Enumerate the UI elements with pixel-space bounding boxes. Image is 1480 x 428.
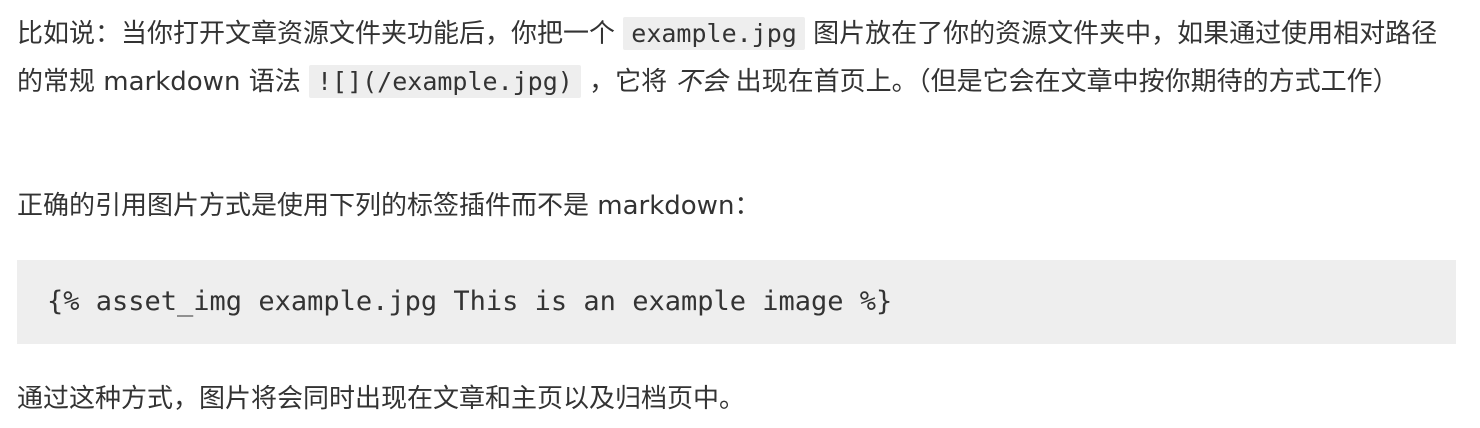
paragraph-text: 出现在首页上。（但是它会在文章中按你期待的方式工作） <box>727 67 1399 97</box>
paragraph-text: ，它将 <box>580 67 676 97</box>
paragraph-result: 通过这种方式，图片将会同时出现在文章和主页以及归档页中。 <box>17 384 746 414</box>
paragraph-asset-folder-example: 比如说：当你打开文章资源文件夹功能后，你把一个 example.jpg 图片放在… <box>17 10 1457 106</box>
code-block-text: {% asset_img example.jpg This is an exam… <box>47 286 893 317</box>
inline-code-markdown-syntax: ![](/example.jpg) <box>308 65 581 98</box>
paragraph-text: 比如说：当你打开文章资源文件夹功能后，你把一个 <box>17 19 624 49</box>
inline-code-filename: example.jpg <box>623 17 805 50</box>
code-block: {% asset_img example.jpg This is an exam… <box>17 260 1456 344</box>
paragraph-correct-usage: 正确的引用图片方式是使用下列的标签插件而不是 markdown： <box>17 191 761 221</box>
emphasis-text: 不会 <box>675 67 728 97</box>
